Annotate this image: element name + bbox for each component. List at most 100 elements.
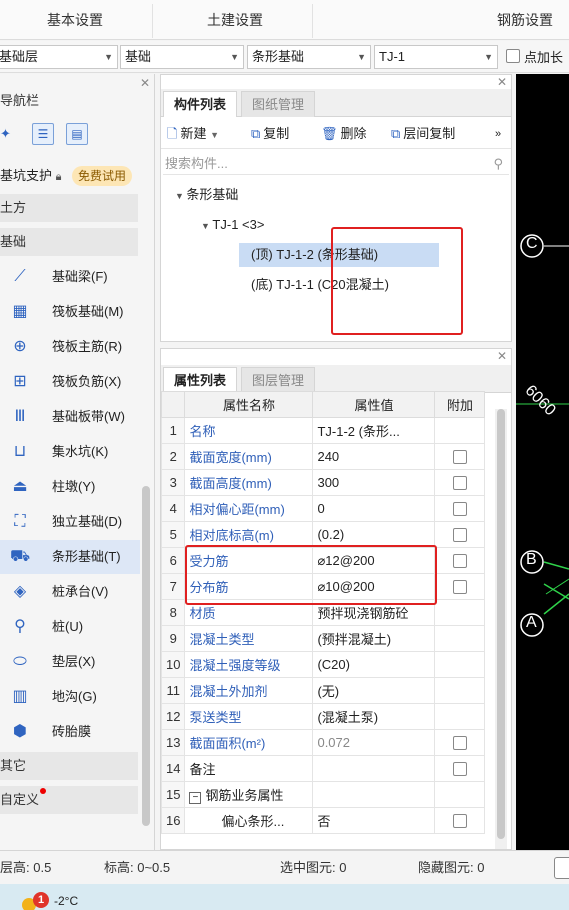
property-value[interactable]: (C20)	[312, 651, 436, 678]
more-button[interactable]: »	[495, 119, 501, 149]
table-row[interactable]: 16 偏心条形... 否	[161, 807, 486, 834]
attach-checkbox[interactable]	[452, 476, 467, 491]
property-value[interactable]: (无)	[312, 677, 436, 704]
property-value[interactable]: (预拌混凝土)	[312, 625, 436, 652]
trial-badge[interactable]: 免费试用	[72, 166, 133, 186]
property-name: 混凝土强度等级	[184, 651, 314, 678]
floor-select[interactable]: 基础层 ▼	[0, 45, 118, 69]
property-name: 截面面积(m²)	[184, 729, 314, 756]
type-select[interactable]: 条形基础 ▼	[247, 45, 371, 69]
menu-rebar-settings[interactable]: 钢筋设置	[480, 0, 569, 40]
notification-badge[interactable]: 1	[33, 892, 49, 908]
table-row[interactable]: 1 名称 TJ-1-2 (条形...	[161, 417, 486, 444]
nav-item-pier[interactable]: ⏏ 柱墩(Y)	[0, 470, 140, 504]
table-row[interactable]: 13 截面面积(m²) 0.072	[161, 729, 486, 756]
property-group[interactable]: − 钢筋业务属性	[184, 781, 314, 808]
detail-view-icon[interactable]: ▤	[66, 123, 88, 145]
nav-earthwork[interactable]: 土方	[0, 194, 138, 222]
nav-item-strip-foundation[interactable]: ⛟ 条形基础(T)	[0, 540, 140, 574]
nav-item-foundation-beam[interactable]: ⟋ 基础梁(F)	[0, 260, 140, 294]
nav-item-sump[interactable]: ⊔ 集水坑(K)	[0, 435, 140, 469]
list-view-icon[interactable]: ☰	[32, 123, 54, 145]
nav-item-cushion[interactable]: ⬭ 垫层(X)	[0, 645, 140, 679]
strip-foundation-icon: ⛟	[10, 548, 31, 565]
attach-checkbox[interactable]	[452, 762, 467, 777]
attach-checkbox[interactable]	[452, 580, 467, 595]
temperature-text: -2°C	[54, 894, 79, 908]
table-row[interactable]: 14 备注	[161, 755, 486, 782]
component-select[interactable]: TJ-1 ▼	[374, 45, 498, 69]
table-row[interactable]: 9 混凝土类型 (预拌混凝土)	[161, 625, 486, 652]
property-value[interactable]: 否	[312, 807, 436, 834]
property-name: 混凝土类型	[184, 625, 314, 652]
drawing-canvas[interactable]: C B A 6060	[516, 74, 569, 850]
nav-other[interactable]: 其它	[0, 752, 138, 780]
component-search-input[interactable]: 搜索构件... ⚲	[163, 153, 509, 175]
copy-icon: ⧉	[251, 126, 261, 141]
nav-item-strip-band[interactable]: Ⅲ 基础板带(W)	[0, 400, 140, 434]
close-icon[interactable]: ✕	[497, 349, 507, 363]
close-icon[interactable]: ✕	[140, 76, 150, 90]
property-value[interactable]: 240	[312, 443, 436, 470]
tree-child[interactable]: ▼ TJ-1 <3>	[201, 213, 264, 238]
sparkle-icon[interactable]: ✦	[0, 126, 11, 142]
attach-checkbox[interactable]	[452, 450, 467, 465]
status-tool-icon[interactable]	[554, 857, 569, 879]
table-row[interactable]: 5 相对底标高(m) (0.2)	[161, 521, 486, 548]
tab-layer-management[interactable]: 图层管理	[241, 367, 316, 393]
tab-component-list[interactable]: 构件列表	[163, 91, 238, 117]
delete-button[interactable]: 🗑︎ 删除	[321, 119, 367, 149]
collapse-icon[interactable]: −	[189, 792, 202, 804]
search-icon[interactable]: ⚲	[493, 153, 503, 175]
nav-item-raft-neg-rebar[interactable]: ⊞ 筏板负筋(X)	[0, 365, 140, 399]
table-row[interactable]: 10 混凝土强度等级 (C20)	[161, 651, 486, 678]
nav-item-pile[interactable]: ⚲ 桩(U)	[0, 610, 140, 644]
nav-item-raft-main-rebar[interactable]: ⊕ 筏板主筋(R)	[0, 330, 140, 364]
axis-label-a: A	[526, 614, 537, 631]
copy-button[interactable]: ⧉ 复制	[251, 119, 289, 149]
property-name: 截面高度(mm)	[184, 469, 314, 496]
nav-item-pile-cap[interactable]: ◈ 桩承台(V)	[0, 575, 140, 609]
tree-root[interactable]: ▼ 条形基础	[175, 183, 238, 208]
property-value[interactable]: TJ-1-2 (条形...	[312, 417, 436, 444]
property-value[interactable]: 0	[312, 495, 436, 522]
nav-custom[interactable]: 自定义	[0, 786, 138, 814]
property-scrollbar[interactable]	[495, 409, 507, 849]
nav-item-trench[interactable]: ▥ 地沟(G)	[0, 680, 140, 714]
tab-property-list[interactable]: 属性列表	[163, 367, 238, 393]
extend-checkbox[interactable]	[506, 49, 520, 63]
attach-checkbox[interactable]	[452, 736, 467, 751]
property-value[interactable]: (0.2)	[312, 521, 436, 548]
floor-copy-button[interactable]: ⧉ 层间复制	[391, 119, 455, 149]
category-select[interactable]: 基础 ▼	[120, 45, 244, 69]
attach-checkbox[interactable]	[452, 528, 467, 543]
table-row[interactable]: 12 泵送类型 (混凝土泵)	[161, 703, 486, 730]
menu-basic-settings[interactable]: 基本设置	[30, 0, 120, 40]
attach-cell	[434, 417, 486, 444]
new-button[interactable]: 🗋︎ 新建 ▼	[167, 119, 219, 149]
table-row[interactable]: 3 截面高度(mm) 300	[161, 469, 486, 496]
menu-civil-settings[interactable]: 土建设置	[190, 0, 280, 40]
scrollbar-thumb[interactable]	[497, 409, 505, 839]
attach-checkbox[interactable]	[452, 814, 467, 829]
status-bar: 层高: 0.5 标高: 0~0.5 选中图元: 0 隐藏图元: 0	[0, 850, 569, 884]
attach-checkbox[interactable]	[452, 554, 467, 569]
new-button-label: 新建	[180, 126, 207, 141]
table-row[interactable]: 15− 钢筋业务属性	[161, 781, 486, 808]
nav-title: 导航栏	[0, 93, 40, 108]
property-value[interactable]: (混凝土泵)	[312, 703, 436, 730]
table-row[interactable]: 11 混凝土外加剂 (无)	[161, 677, 486, 704]
attach-checkbox[interactable]	[452, 502, 467, 517]
nav-foundation[interactable]: 基础	[0, 228, 138, 256]
nav-item-isolated-foundation[interactable]: ⛶ 独立基础(D)	[0, 505, 140, 539]
tab-drawing-management[interactable]: 图纸管理	[241, 91, 316, 117]
nav-pit-support[interactable]: 基坑支护 🔒︎ 免费试用	[0, 162, 140, 190]
close-icon[interactable]: ✕	[497, 75, 507, 89]
table-row[interactable]: 4 相对偏心距(mm) 0	[161, 495, 486, 522]
nav-scrollbar[interactable]	[142, 486, 150, 826]
property-value[interactable]	[312, 755, 436, 782]
property-value[interactable]: 300	[312, 469, 436, 496]
nav-item-brick-mold[interactable]: ⬢ 砖胎膜	[0, 715, 140, 749]
table-row[interactable]: 2 截面宽度(mm) 240	[161, 443, 486, 470]
nav-item-raft[interactable]: ▦ 筏板基础(M)	[0, 295, 140, 329]
